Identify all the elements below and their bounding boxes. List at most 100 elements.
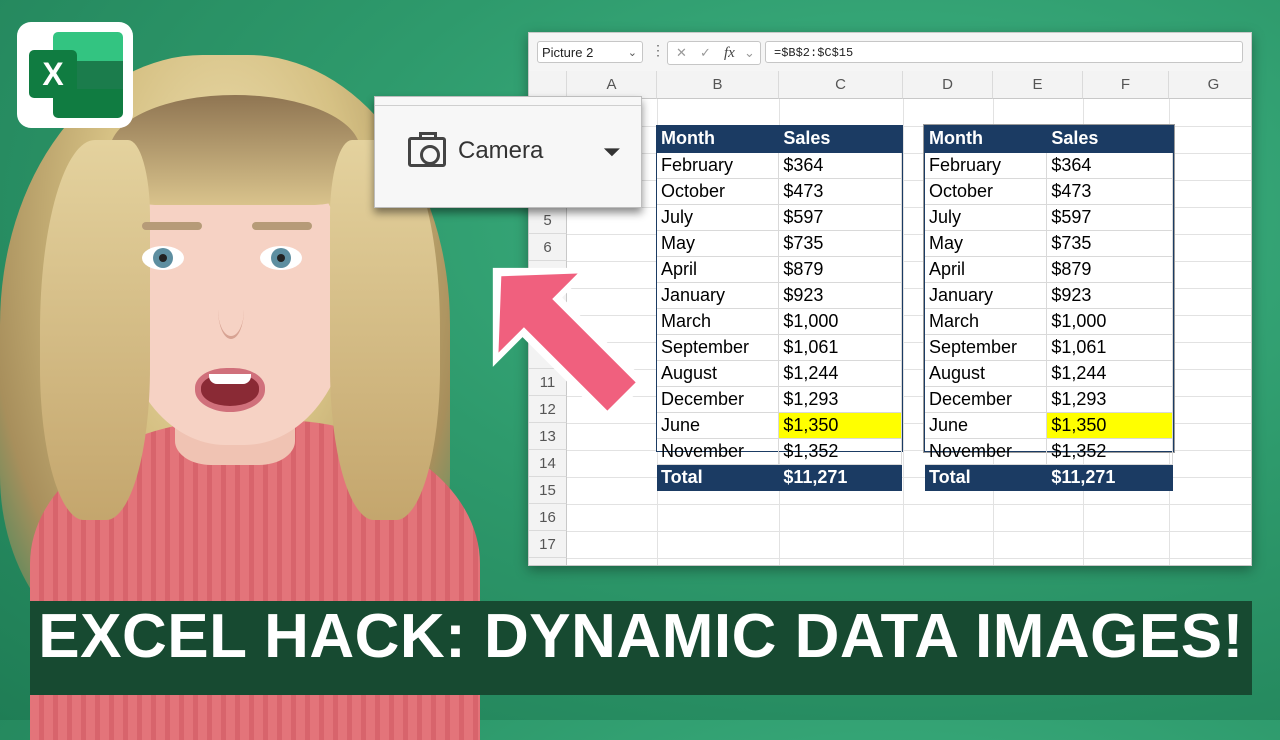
- month-cell[interactable]: Month: [657, 126, 780, 153]
- pointer-arrow-icon: [492, 267, 647, 422]
- month-cell[interactable]: September: [657, 334, 780, 361]
- sales-cell[interactable]: $473: [1046, 178, 1173, 205]
- month-cell[interactable]: July: [657, 204, 780, 231]
- sales-cell[interactable]: $597: [778, 204, 902, 231]
- sales-cell[interactable]: $1,000: [778, 308, 902, 335]
- row-header-15[interactable]: 15: [529, 477, 567, 504]
- nose: [218, 280, 244, 339]
- sales-cell[interactable]: $1,350: [1046, 412, 1173, 439]
- sales-cell[interactable]: $1,244: [1046, 360, 1173, 387]
- month-cell[interactable]: August: [925, 360, 1048, 387]
- month-cell[interactable]: February: [925, 152, 1048, 179]
- table-row: July $597: [925, 204, 1173, 231]
- month-cell[interactable]: January: [657, 282, 780, 309]
- excel-logo-letter: X: [29, 50, 77, 98]
- month-cell[interactable]: November: [925, 438, 1048, 465]
- more-options-icon[interactable]: ⋮: [651, 42, 665, 59]
- month-cell[interactable]: December: [925, 386, 1048, 413]
- cancel-icon[interactable]: ✕: [676, 42, 687, 64]
- sales-cell[interactable]: $1,350: [778, 412, 902, 439]
- month-cell[interactable]: January: [925, 282, 1048, 309]
- fx-chevron-icon[interactable]: ⌄: [744, 42, 755, 64]
- month-cell[interactable]: August: [657, 360, 780, 387]
- sales-cell[interactable]: $923: [1046, 282, 1173, 309]
- sales-cell[interactable]: $735: [1046, 230, 1173, 257]
- month-cell[interactable]: April: [925, 256, 1048, 283]
- month-cell[interactable]: Total: [657, 464, 780, 491]
- month-cell[interactable]: November: [657, 438, 780, 465]
- table-row: April $879: [925, 256, 1173, 283]
- month-cell[interactable]: April: [657, 256, 780, 283]
- name-box[interactable]: Picture 2 ⌄: [537, 41, 643, 63]
- sales-cell[interactable]: $597: [1046, 204, 1173, 231]
- month-cell[interactable]: March: [925, 308, 1048, 335]
- row-header-14[interactable]: 14: [529, 450, 567, 477]
- column-header-a[interactable]: A: [567, 71, 657, 99]
- sales-cell[interactable]: $364: [778, 152, 902, 179]
- camera-button[interactable]: Camera: [458, 137, 543, 165]
- sales-cell[interactable]: $11,271: [778, 464, 902, 491]
- sales-table-linked-picture[interactable]: Month Sales February $364 October $473 July $59…: [924, 125, 1174, 491]
- month-cell[interactable]: Total: [925, 464, 1048, 491]
- month-cell[interactable]: May: [925, 230, 1048, 257]
- table-row: September $1,061: [657, 334, 902, 361]
- customize-dropdown-icon[interactable]: ⏷: [603, 139, 621, 165]
- formula-buttons: ✕ ✓ fx ⌄: [667, 41, 761, 65]
- sales-cell[interactable]: $1,293: [1046, 386, 1173, 413]
- sales-cell[interactable]: $473: [778, 178, 902, 205]
- row-header-17[interactable]: 17: [529, 531, 567, 558]
- row-header-5[interactable]: 5: [529, 207, 567, 234]
- sales-cell[interactable]: $1,061: [778, 334, 902, 361]
- sales-cell[interactable]: $1,352: [778, 438, 902, 465]
- month-cell[interactable]: May: [657, 230, 780, 257]
- table-total-row: Total $11,271: [657, 464, 902, 491]
- month-cell[interactable]: March: [657, 308, 780, 335]
- open-mouth: [195, 368, 265, 412]
- month-cell[interactable]: December: [657, 386, 780, 413]
- table-total-row: Total $11,271: [925, 464, 1173, 491]
- chevron-down-icon[interactable]: ⌄: [628, 42, 637, 64]
- camera-icon[interactable]: [408, 132, 446, 167]
- column-header-f[interactable]: F: [1083, 71, 1169, 99]
- sales-cell[interactable]: Sales: [1046, 126, 1173, 153]
- sales-cell[interactable]: $1,244: [778, 360, 902, 387]
- column-header-c[interactable]: C: [779, 71, 903, 99]
- month-cell[interactable]: October: [925, 178, 1048, 205]
- sales-cell[interactable]: $1,293: [778, 386, 902, 413]
- month-cell[interactable]: July: [925, 204, 1048, 231]
- table-row: November $1,352: [925, 438, 1173, 465]
- column-header-b[interactable]: B: [657, 71, 779, 99]
- table-header-row: Month Sales: [657, 126, 902, 153]
- sales-cell[interactable]: $923: [778, 282, 902, 309]
- row-header-16[interactable]: 16: [529, 504, 567, 531]
- month-cell[interactable]: February: [657, 152, 780, 179]
- table-row: August $1,244: [657, 360, 902, 387]
- row-header[interactable]: [529, 558, 567, 565]
- column-header-e[interactable]: E: [993, 71, 1083, 99]
- sales-cell[interactable]: $735: [778, 230, 902, 257]
- sales-cell[interactable]: $879: [778, 256, 902, 283]
- sales-cell[interactable]: $1,061: [1046, 334, 1173, 361]
- column-header-g[interactable]: G: [1169, 71, 1251, 99]
- sales-cell[interactable]: $879: [1046, 256, 1173, 283]
- sales-cell[interactable]: $364: [1046, 152, 1173, 179]
- month-cell[interactable]: Month: [925, 126, 1048, 153]
- sales-cell[interactable]: $1,352: [1046, 438, 1173, 465]
- month-cell[interactable]: September: [925, 334, 1048, 361]
- formula-input[interactable]: =$B$2:$C$15: [765, 41, 1243, 63]
- table-row: June $1,350: [925, 412, 1173, 439]
- month-cell[interactable]: October: [657, 178, 780, 205]
- left-eye: [142, 246, 184, 270]
- month-cell[interactable]: June: [925, 412, 1048, 439]
- sales-cell[interactable]: $11,271: [1046, 464, 1173, 491]
- select-all-corner[interactable]: [529, 71, 567, 99]
- sales-table-original[interactable]: Month Sales February $364 October $473 July $59…: [656, 125, 903, 491]
- month-cell[interactable]: June: [657, 412, 780, 439]
- column-header-d[interactable]: D: [903, 71, 993, 99]
- sales-cell[interactable]: Sales: [778, 126, 902, 153]
- title-banner: EXCEL HACK: DYNAMIC DATA IMAGES!: [30, 601, 1252, 695]
- sales-cell[interactable]: $1,000: [1046, 308, 1173, 335]
- insert-function-button[interactable]: fx: [724, 42, 735, 64]
- enter-icon[interactable]: ✓: [700, 42, 711, 64]
- left-eyebrow: [142, 222, 202, 230]
